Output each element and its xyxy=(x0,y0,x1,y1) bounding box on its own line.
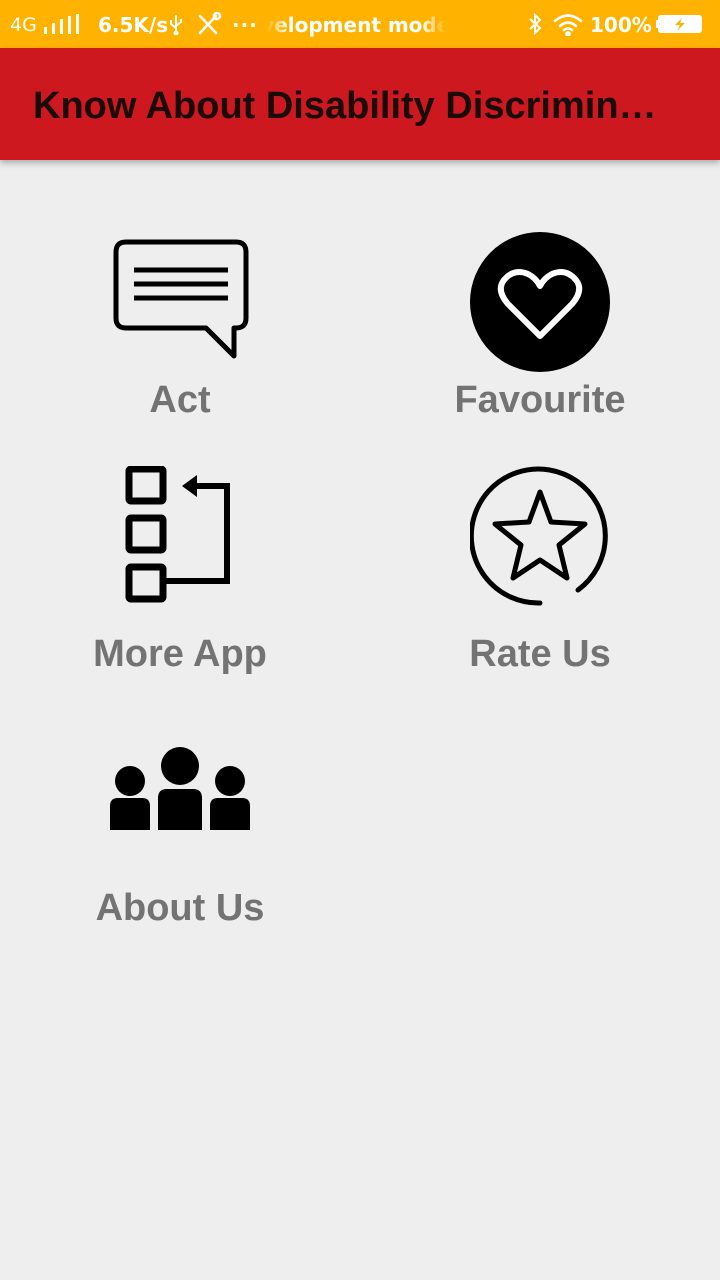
menu-item-rate-us[interactable]: Rate Us xyxy=(410,466,670,706)
more-notifications-icon: ··· xyxy=(232,13,258,37)
menu-label-act: Act xyxy=(149,379,211,421)
people-icon xyxy=(110,746,250,886)
app-bar: Know About Disability Discriminat… xyxy=(0,48,720,160)
wifi-icon xyxy=(552,12,584,37)
usb-icon xyxy=(168,13,184,36)
menu-item-more-app[interactable]: More App xyxy=(50,465,310,706)
menu-item-favourite[interactable]: Favourite xyxy=(410,232,670,472)
network-speed: 6.5K/s xyxy=(98,13,169,37)
notification-ticker: Development mode xyxy=(266,0,446,48)
menu-item-about-us[interactable]: About Us xyxy=(50,720,310,960)
battery-percent: 100% xyxy=(590,13,652,37)
signal-icon xyxy=(44,14,82,34)
notification-text: Development mode xyxy=(266,13,446,37)
star-icon xyxy=(468,466,610,606)
menu-item-act[interactable]: Act xyxy=(50,232,310,472)
page-title: Know About Disability Discriminat… xyxy=(33,85,673,127)
menu-label-about-us: About Us xyxy=(95,887,265,929)
menu-label-favourite: Favourite xyxy=(454,379,626,421)
heart-icon xyxy=(470,232,610,372)
tools-icon xyxy=(196,11,222,36)
more-apps-icon xyxy=(110,465,250,606)
message-icon xyxy=(110,232,250,372)
status-bar: 4G 6.5K/s ··· Development mode xyxy=(0,0,720,48)
menu-label-more-app: More App xyxy=(93,633,267,675)
menu-label-rate-us: Rate Us xyxy=(469,633,611,675)
bluetooth-icon xyxy=(528,12,542,36)
network-type: 4G xyxy=(10,14,37,36)
battery-charging-icon xyxy=(656,14,706,34)
